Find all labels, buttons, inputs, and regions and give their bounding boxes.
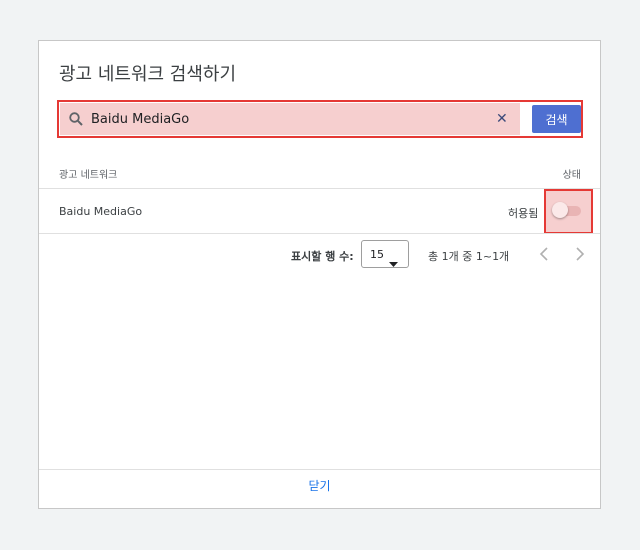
row-network-name: Baidu MediaGo	[59, 205, 143, 218]
rows-per-page-select[interactable]: 15	[361, 240, 409, 268]
row-status-text: 허용됨	[508, 207, 539, 220]
caret-down-icon	[389, 252, 398, 271]
search-button[interactable]: 검색	[532, 105, 581, 133]
chevron-right-icon[interactable]	[574, 246, 586, 266]
search-field: ✕	[60, 103, 520, 135]
status-toggle-highlight	[544, 189, 593, 234]
column-header-status: 상태	[562, 170, 581, 181]
row-divider	[39, 233, 600, 234]
ad-network-search-dialog: 광고 네트워크 검색하기 ✕ 검색 광고 네트워크 상태 Baidu Media…	[38, 40, 601, 509]
rows-per-page-value: 15	[370, 248, 384, 261]
search-bar: ✕ 검색	[57, 100, 583, 138]
column-header-network: 광고 네트워크	[59, 170, 118, 181]
chevron-left-icon[interactable]	[538, 246, 550, 266]
search-input[interactable]	[91, 108, 481, 130]
close-button[interactable]: 닫기	[39, 477, 600, 494]
header-divider	[39, 188, 600, 189]
footer-divider	[39, 469, 600, 470]
dialog-title: 광고 네트워크 검색하기	[59, 64, 237, 85]
search-icon	[69, 111, 83, 130]
rows-per-page-label: 표시할 행 수:	[291, 250, 354, 263]
status-toggle-knob[interactable]	[552, 202, 568, 218]
clear-icon[interactable]: ✕	[496, 112, 508, 126]
page-range-info: 총 1개 중 1~1개	[428, 250, 510, 263]
